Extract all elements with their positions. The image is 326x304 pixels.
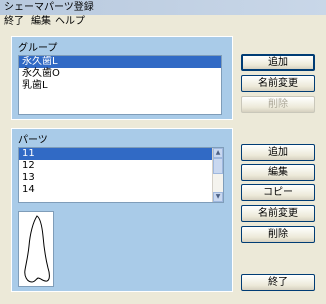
menu-edit[interactable]: 編集 — [31, 15, 51, 29]
parts-copy-button[interactable]: コピー — [241, 184, 315, 201]
group-add-button[interactable]: 追加 — [241, 54, 315, 71]
scroll-thumb[interactable] — [213, 158, 223, 174]
group-label: グループ — [18, 43, 58, 54]
parts-panel: パーツ 11 12 13 14 ▲ ▼ — [11, 128, 233, 292]
menu-exit[interactable]: 終了 — [4, 15, 24, 29]
parts-delete-button[interactable]: 削除 — [241, 226, 315, 243]
group-panel: グループ 永久歯L 永久歯O 乳歯L — [11, 36, 233, 120]
parts-item-14[interactable]: 14 — [19, 184, 223, 196]
group-item-permanent-l[interactable]: 永久歯L — [19, 56, 221, 68]
parts-edit-button[interactable]: 編集 — [241, 164, 315, 181]
scroll-up-icon[interactable]: ▲ — [213, 148, 223, 158]
parts-item-11[interactable]: 11 — [19, 148, 223, 160]
parts-scrollbar[interactable]: ▲ ▼ — [212, 148, 223, 202]
parts-add-button[interactable]: 追加 — [241, 144, 315, 161]
group-delete-button[interactable]: 削除 — [241, 96, 315, 113]
group-item-primary-l[interactable]: 乳歯L — [19, 80, 221, 92]
window-title: シェーマパーツ登録 — [0, 0, 326, 15]
menu-help[interactable]: ヘルプ — [55, 15, 85, 29]
parts-list[interactable]: 11 12 13 14 ▲ ▼ — [18, 147, 224, 203]
tooth-preview — [18, 211, 54, 287]
group-item-permanent-o[interactable]: 永久歯O — [19, 68, 221, 80]
scroll-down-icon[interactable]: ▼ — [213, 192, 223, 202]
parts-rename-button[interactable]: 名前変更 — [241, 205, 315, 222]
group-rename-button[interactable]: 名前変更 — [241, 75, 315, 92]
menu-bar: 終了 編集 ヘルプ — [0, 15, 326, 29]
parts-item-12[interactable]: 12 — [19, 160, 223, 172]
tooth-icon — [24, 215, 50, 283]
parts-item-13[interactable]: 13 — [19, 172, 223, 184]
parts-label: パーツ — [18, 135, 48, 146]
group-list[interactable]: 永久歯L 永久歯O 乳歯L — [18, 55, 222, 115]
exit-button[interactable]: 終了 — [241, 274, 315, 291]
